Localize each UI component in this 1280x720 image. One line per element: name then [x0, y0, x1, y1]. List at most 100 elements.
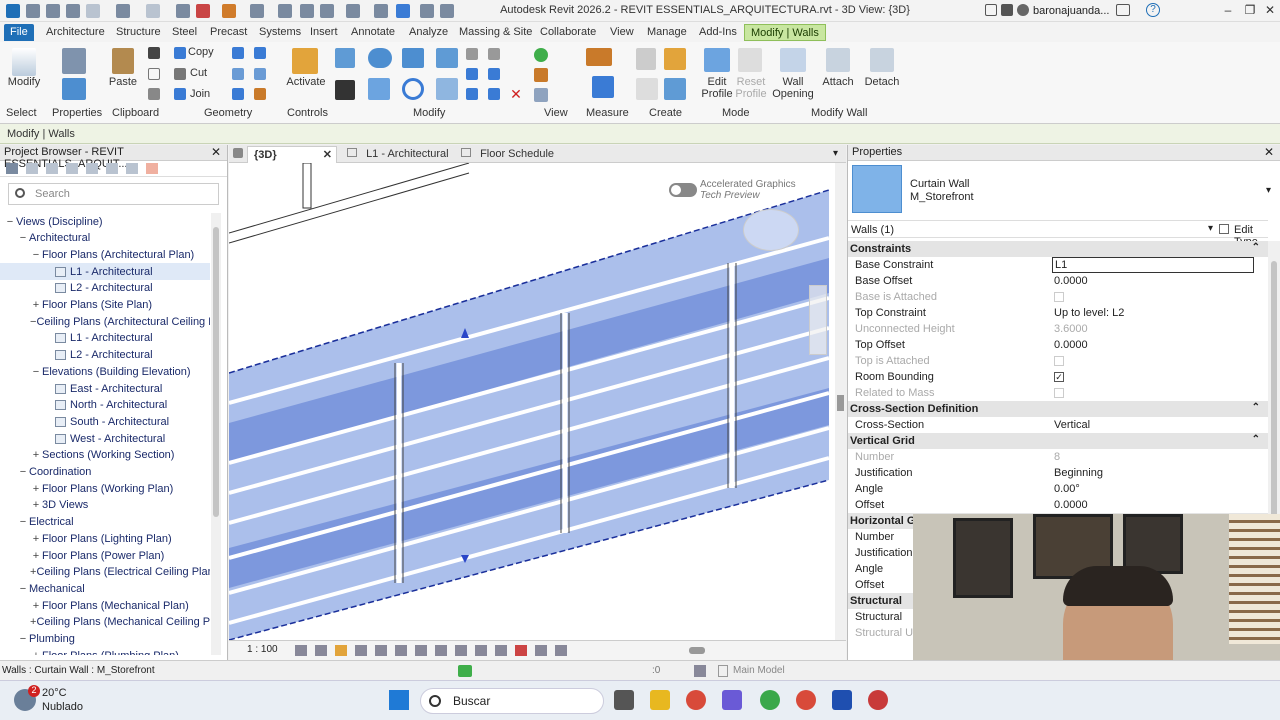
- property-row[interactable]: Top is Attached: [848, 353, 1268, 369]
- close-browser-icon[interactable]: ✕: [211, 145, 221, 159]
- property-row[interactable]: Number 8: [848, 449, 1268, 465]
- property-row[interactable]: Justification Beginning: [848, 465, 1268, 481]
- split-face-icon[interactable]: [254, 47, 266, 59]
- property-group-header[interactable]: Vertical Grid ⌃: [848, 433, 1268, 449]
- share-icon[interactable]: [985, 4, 997, 16]
- detach-button[interactable]: Detach: [862, 76, 902, 88]
- property-row[interactable]: Base Constraint L1: [848, 257, 1268, 273]
- split-gap-icon[interactable]: [488, 48, 500, 60]
- property-value[interactable]: 0.0000: [1054, 339, 1088, 351]
- scale-icon[interactable]: [488, 68, 500, 80]
- close-windows-icon[interactable]: [420, 4, 434, 18]
- tree-item[interactable]: + Floor Plans (Power Plan): [0, 547, 210, 564]
- tree-item[interactable]: + Floor Plans (Mechanical Plan): [0, 597, 210, 614]
- attach-button[interactable]: Attach: [818, 76, 858, 88]
- paste-icon[interactable]: [112, 48, 134, 74]
- section-icon[interactable]: [374, 4, 388, 18]
- folder-icon[interactable]: [46, 4, 60, 18]
- view-hscroll-thumb[interactable]: [689, 647, 705, 654]
- collapse-icon[interactable]: −: [17, 633, 29, 645]
- match-type-icon[interactable]: [148, 88, 160, 100]
- paint-brush-icon[interactable]: [254, 88, 266, 100]
- move-icon[interactable]: [335, 80, 355, 100]
- scale-label[interactable]: 1 : 100: [247, 644, 278, 655]
- panel-select[interactable]: Select: [6, 107, 37, 119]
- revit-taskbar-icon[interactable]: [832, 690, 852, 710]
- minimize-icon[interactable]: –: [1216, 3, 1240, 19]
- property-checkbox[interactable]: ✓: [1054, 372, 1064, 382]
- create-assembly-icon[interactable]: [636, 48, 656, 70]
- settings-icon[interactable]: [1001, 4, 1013, 16]
- cart-icon[interactable]: [1116, 4, 1130, 16]
- screen-recorder-icon[interactable]: [868, 690, 888, 710]
- property-row[interactable]: Unconnected Height 3.6000: [848, 321, 1268, 337]
- tab-floor-schedule[interactable]: Floor Schedule: [455, 146, 560, 163]
- cut-button[interactable]: Cut: [190, 67, 207, 79]
- align-icon[interactable]: [335, 48, 355, 68]
- collapse-group-icon[interactable]: ⌃: [1252, 242, 1260, 253]
- tab-file[interactable]: File: [4, 24, 34, 41]
- property-value[interactable]: L1: [1052, 257, 1254, 273]
- tree-item[interactable]: L2 - Architectural: [0, 347, 210, 364]
- tab-steel[interactable]: Steel: [166, 24, 203, 41]
- tab-overflow-icon[interactable]: ▾: [833, 148, 838, 159]
- collapse-icon[interactable]: −: [4, 216, 16, 228]
- activate-icon[interactable]: [292, 48, 318, 74]
- accelerated-graphics-toggle[interactable]: [669, 183, 697, 197]
- temp-hide-icon[interactable]: [455, 645, 467, 656]
- visual-style-icon[interactable]: [315, 645, 327, 656]
- collapse-icon[interactable]: −: [17, 232, 29, 244]
- sync-icon[interactable]: [86, 4, 100, 18]
- main-model-label[interactable]: Main Model: [733, 665, 785, 676]
- tab-structure[interactable]: Structure: [110, 24, 167, 41]
- unpin-icon[interactable]: [488, 88, 500, 100]
- property-row[interactable]: Base Offset 0.0000: [848, 273, 1268, 289]
- tab-manage[interactable]: Manage: [641, 24, 693, 41]
- wall-opening-button[interactable]: Wall Opening: [772, 76, 814, 100]
- 3d-view-window[interactable]: {3D} ✕ L1 - Architectural Floor Schedule…: [229, 145, 846, 660]
- collapse-group-icon[interactable]: ⌃: [1252, 434, 1260, 445]
- property-group-header[interactable]: Constraints ⌃: [848, 241, 1268, 257]
- reveal-hidden-icon[interactable]: [475, 645, 487, 656]
- dimension-icon[interactable]: [250, 4, 264, 18]
- print-icon[interactable]: [176, 4, 190, 18]
- task-view-icon[interactable]: [614, 690, 634, 710]
- tree-item[interactable]: − Elevations (Building Elevation): [0, 363, 210, 380]
- property-value[interactable]: Up to level: L2: [1054, 307, 1124, 319]
- expand-icon[interactable]: +: [30, 499, 42, 511]
- property-row[interactable]: Offset 0.0000: [848, 497, 1268, 513]
- override-graphics-icon[interactable]: [534, 68, 548, 82]
- tab-systems[interactable]: Systems: [253, 24, 307, 41]
- home-icon[interactable]: [346, 4, 360, 18]
- property-group-header[interactable]: Cross-Section Definition ⌃: [848, 401, 1268, 417]
- tree-item[interactable]: + Floor Plans (Working Plan): [0, 480, 210, 497]
- tree-item[interactable]: − Ceiling Plans (Architectural Ceiling Pl: [0, 313, 210, 330]
- copy-element-icon[interactable]: [368, 78, 390, 100]
- sun-path-icon[interactable]: [335, 645, 347, 656]
- wall-opening-icon[interactable]: [780, 48, 806, 72]
- highlight-displacement-icon[interactable]: [535, 645, 547, 656]
- chrome-icon[interactable]: [686, 690, 706, 710]
- delete-icon[interactable]: ✕: [510, 87, 522, 101]
- switch-windows-icon[interactable]: [440, 4, 454, 18]
- create-parts-icon[interactable]: [636, 78, 658, 100]
- collapse-icon[interactable]: −: [17, 466, 29, 478]
- tab-architecture[interactable]: Architecture: [40, 24, 111, 41]
- measure-tool-icon[interactable]: [586, 48, 612, 66]
- wall-joins-icon[interactable]: [232, 47, 244, 59]
- help-icon[interactable]: ?: [1146, 3, 1160, 17]
- cope-icon[interactable]: [232, 88, 244, 100]
- tab-precast[interactable]: Precast: [204, 24, 253, 41]
- copy-icon[interactable]: [174, 47, 186, 59]
- tree-item[interactable]: North - Architectural: [0, 397, 210, 414]
- paste-button[interactable]: Paste: [106, 76, 140, 88]
- list-icon[interactable]: [66, 163, 78, 174]
- grid-icon[interactable]: [106, 163, 118, 174]
- redo-icon[interactable]: [146, 4, 160, 18]
- tree-item[interactable]: L1 - Architectural: [0, 330, 210, 347]
- copilot-icon[interactable]: [722, 690, 742, 710]
- tree-item[interactable]: − Architectural: [0, 230, 210, 247]
- taskbar-search[interactable]: Buscar: [420, 688, 604, 714]
- property-row[interactable]: Top Constraint Up to level: L2: [848, 305, 1268, 321]
- tab-massing-site[interactable]: Massing & Site: [453, 24, 538, 41]
